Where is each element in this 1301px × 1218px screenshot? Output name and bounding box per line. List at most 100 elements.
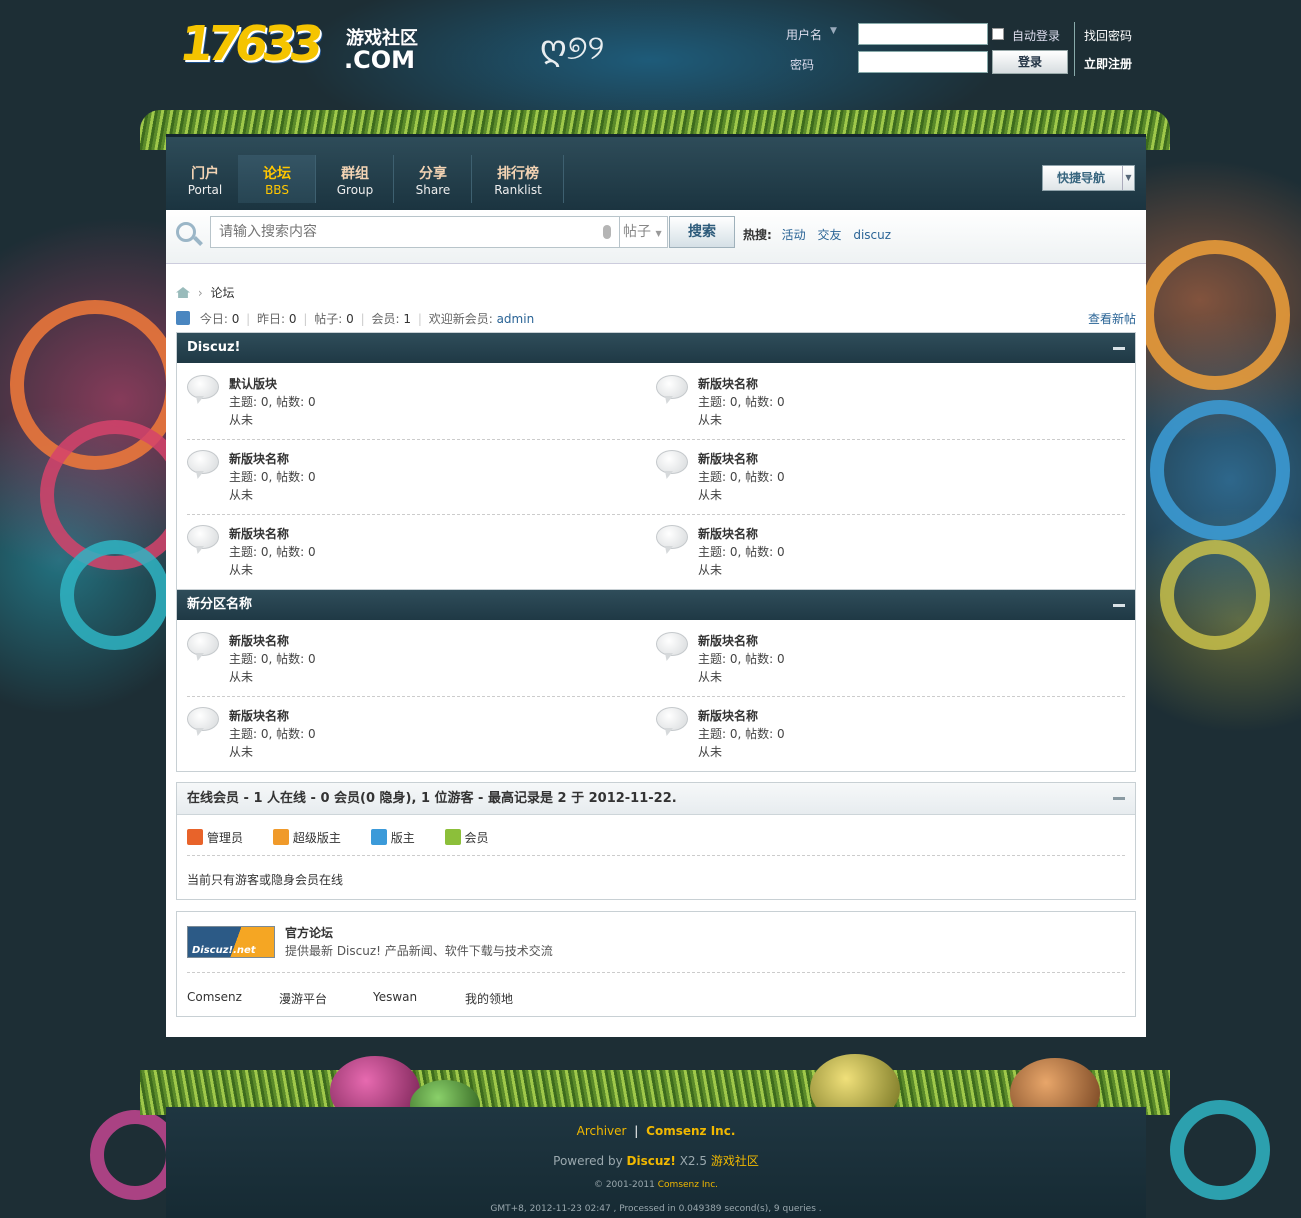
discuz-logo-text: Discuz!.net	[192, 945, 256, 956]
stat-yesterday: 0	[288, 312, 297, 326]
nav-group[interactable]: 群组 Group	[316, 155, 394, 203]
forum-item: 新版块名称 主题: 0, 帖数: 0 从未	[187, 523, 637, 585]
nav-share[interactable]: 分享 Share	[394, 155, 472, 203]
new-member-link[interactable]: admin	[497, 312, 535, 326]
forum-name-link[interactable]: 新版块名称	[229, 632, 289, 649]
category-title[interactable]: 新分区名称	[187, 597, 252, 612]
collapse-icon[interactable]	[1113, 347, 1125, 350]
main-nav: 门户 Portal 论坛 BBS 群组 Group 分享 Share 排行榜 R…	[166, 134, 1146, 210]
forgot-password-link[interactable]: 找回密码	[1084, 27, 1132, 44]
legend-moderator: 版主	[370, 829, 415, 845]
forum-name-link[interactable]: 默认版块	[229, 375, 277, 392]
footer-debug: GMT+8, 2012-11-23 02:47 , Processed in 0…	[490, 1204, 822, 1214]
legend-admin: 管理员	[187, 829, 243, 845]
forum-name-link[interactable]: 新版块名称	[698, 375, 758, 392]
link-item[interactable]: Comsenz	[187, 990, 242, 1004]
search-type-label: 帖子	[623, 224, 651, 240]
hot-search-item[interactable]: 交友	[817, 228, 841, 242]
online-status-text: 当前只有游客或隐身会员在线	[187, 873, 344, 887]
view-new-posts-link[interactable]: 查看新帖	[1088, 310, 1136, 327]
collapse-icon[interactable]	[1113, 797, 1125, 800]
search-button[interactable]: 搜索	[669, 216, 735, 248]
category-title[interactable]: Discuz!	[187, 340, 240, 355]
stat-today: 0	[231, 312, 240, 326]
row-divider	[187, 696, 1125, 697]
chat-bubble-icon	[187, 450, 219, 474]
stat-label: 欢迎新会员:	[428, 312, 493, 326]
login-button[interactable]: 登录	[992, 50, 1068, 74]
quick-nav-button[interactable]: 快捷导航 ▼	[1042, 165, 1135, 191]
forum-name-link[interactable]: 新版块名称	[229, 707, 289, 724]
copyright-company-link[interactable]: Comsenz Inc.	[658, 1180, 718, 1190]
forum-category: 新分区名称 新版块名称 主题: 0, 帖数: 0 从未 新版块名称 主题: 0,…	[176, 589, 1136, 772]
nav-label-cn: 群组	[341, 166, 369, 182]
stat-label: 帖子:	[314, 312, 343, 326]
chevron-down-icon[interactable]: ▼	[1122, 166, 1134, 190]
nav-label-en: Ranklist	[494, 183, 542, 197]
member-legend: 管理员 超级版主 版主 会员	[187, 829, 515, 846]
forum-name-link[interactable]: 新版块名称	[698, 707, 758, 724]
nav-ranklist[interactable]: 排行榜 Ranklist	[472, 155, 564, 203]
forum-name-link[interactable]: 新版块名称	[698, 632, 758, 649]
row-divider	[187, 514, 1125, 515]
nav-bbs[interactable]: 论坛 BBS	[238, 155, 316, 203]
password-input[interactable]	[858, 51, 988, 73]
forum-stats-text: 主题: 0, 帖数: 0	[229, 727, 316, 741]
forum-last-post: 从未	[698, 670, 723, 684]
forum-name-link[interactable]: 新版块名称	[698, 450, 758, 467]
links-title[interactable]: 官方论坛	[285, 924, 333, 941]
chart-icon	[176, 311, 190, 325]
forum-stats-text: 主题: 0, 帖数: 0	[229, 470, 316, 484]
online-title[interactable]: 在线会员 - 1 人在线 - 0 会员(0 隐身), 1 位游客 - 最高记录是…	[187, 791, 677, 806]
admin-user-icon	[187, 829, 203, 845]
forum-item: 新版块名称 主题: 0, 帖数: 0 从未	[656, 373, 1106, 435]
decorative-swirl	[1140, 240, 1290, 390]
legend-super-moderator: 超级版主	[272, 829, 341, 845]
search-type-select[interactable]: 帖子 ▼	[620, 216, 668, 248]
nav-portal[interactable]: 门户 Portal	[166, 155, 244, 203]
friend-links: Discuz!.net 官方论坛 提供最新 Discuz! 产品新闻、软件下载与…	[176, 911, 1136, 1017]
forum-item: 默认版块 主题: 0, 帖数: 0 从未	[187, 373, 637, 435]
nav-label-en: BBS	[265, 183, 289, 197]
register-link[interactable]: 立即注册	[1084, 55, 1132, 72]
microphone-icon[interactable]	[603, 225, 611, 239]
copyright-text: © 2001-2011	[593, 1180, 655, 1190]
hot-search-item[interactable]: 活动	[782, 228, 806, 242]
forum-name-link[interactable]: 新版块名称	[698, 525, 758, 542]
collapse-icon[interactable]	[1113, 604, 1125, 607]
archiver-link[interactable]: Archiver	[577, 1124, 627, 1138]
forum-item: 新版块名称 主题: 0, 帖数: 0 从未	[656, 630, 1106, 692]
footer: Archiver | Comsenz Inc. Powered by Discu…	[166, 1107, 1146, 1218]
link-item[interactable]: 我的领地	[465, 990, 513, 1007]
row-divider	[187, 972, 1125, 973]
quick-nav-label: 快捷导航	[1057, 171, 1106, 185]
hot-search-item[interactable]: discuz	[853, 228, 891, 242]
search-icon	[176, 222, 196, 242]
site-link[interactable]: 游戏社区	[711, 1154, 759, 1168]
logo-com-text: .COM	[344, 46, 416, 74]
forum-name-link[interactable]: 新版块名称	[229, 525, 289, 542]
auto-login-checkbox[interactable]	[992, 28, 1004, 40]
discuz-logo[interactable]: Discuz!.net	[187, 926, 275, 958]
online-header: 在线会员 - 1 人在线 - 0 会员(0 隐身), 1 位游客 - 最高记录是…	[177, 783, 1135, 815]
username-input[interactable]	[858, 23, 988, 45]
username-label[interactable]: 用户名	[786, 26, 822, 43]
divider	[1074, 22, 1075, 76]
stat-members: 1	[403, 312, 411, 326]
link-item[interactable]: Yeswan	[373, 990, 417, 1004]
chat-bubble-icon	[656, 450, 688, 474]
forum-name-link[interactable]: 新版块名称	[229, 450, 289, 467]
breadcrumb-current[interactable]: 论坛	[210, 286, 234, 300]
home-icon[interactable]	[176, 287, 190, 298]
decorative-swirl	[1160, 540, 1270, 650]
online-members: 在线会员 - 1 人在线 - 0 会员(0 隐身), 1 位游客 - 最高记录是…	[176, 782, 1136, 900]
discuz-link[interactable]: Discuz!	[627, 1154, 676, 1168]
forum-stats: 今日: 0 | 昨日: 0 | 帖子: 0 | 会员: 1 | 欢迎新会员: a…	[176, 310, 1136, 327]
breadcrumb: › 论坛	[176, 284, 234, 301]
site-logo[interactable]: 17633 游戏社区 .COM	[176, 12, 425, 74]
chevron-down-icon[interactable]: ▼	[830, 26, 837, 36]
company-link[interactable]: Comsenz Inc.	[646, 1124, 735, 1138]
search-input[interactable]	[210, 216, 620, 248]
chat-bubble-icon	[187, 375, 219, 399]
link-item[interactable]: 漫游平台	[279, 990, 327, 1007]
